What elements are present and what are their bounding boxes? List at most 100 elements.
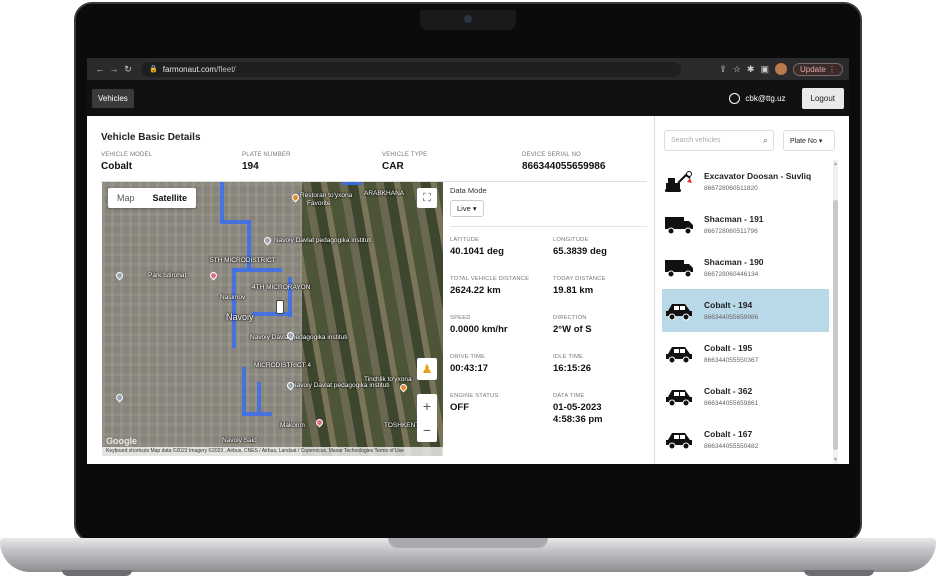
camera-icon	[464, 15, 472, 23]
stat-value: 16:15:26	[553, 363, 592, 374]
stat-today-distance: TODAY DISTANCE 19.81 km	[553, 276, 653, 296]
map-label: Nasimov	[220, 294, 246, 301]
chevron-down-icon: ▾	[472, 204, 477, 213]
browser-toolbar: ← → ↻ 🔒 farmonaut.com /fleet/ ⇪ ☆ ✱ ▣ Up…	[87, 58, 849, 80]
vehicle-serial: 866728060446134	[704, 271, 759, 278]
map-label: Navoiy Said	[222, 437, 257, 444]
profile-avatar[interactable]	[774, 63, 787, 75]
vehicle-name: Shacman - 190	[704, 257, 764, 267]
map-label: Favorite	[307, 200, 331, 207]
scrollbar[interactable]: ▲ ▼	[833, 160, 838, 464]
scroll-down-icon[interactable]: ▼	[833, 457, 838, 463]
stat-value: 19.81 km	[553, 285, 594, 296]
stat-value: OFF	[450, 402, 469, 413]
stat-longitude: LONGITUDE 65.3839 deg	[553, 237, 653, 257]
car-icon	[664, 428, 696, 452]
vehicle-list-item[interactable]: Excavator Doosan - Suvliq 866728060511820	[662, 160, 829, 203]
map-tab[interactable]: Map	[108, 188, 144, 208]
vehicles-button[interactable]: Vehicles	[92, 88, 134, 108]
stat-speed: SPEED 0.0000 km/hr	[450, 315, 550, 335]
satellite-tab[interactable]: Satellite	[144, 188, 197, 208]
share-icon[interactable]: ⇪	[719, 64, 727, 75]
map-label: TOSHKENT	[384, 422, 420, 429]
car-icon	[664, 299, 696, 323]
vehicle-list-item[interactable]: Cobalt - 194 866344055659986	[662, 289, 829, 332]
satellite-map[interactable]: Restoran to'yxona Favorite ARABKHANA Nav…	[102, 182, 443, 456]
vehicle-name: Cobalt - 362	[704, 386, 753, 396]
map-label: Park Istirohat	[148, 272, 187, 279]
data-mode-select[interactable]: Live ▾	[450, 200, 484, 217]
vehicle-text: Excavator Doosan - Suvliq 866728060511820	[704, 171, 811, 192]
update-button[interactable]: Update ⋮	[792, 62, 843, 76]
car-icon	[664, 342, 696, 366]
logout-button[interactable]: Logout	[801, 87, 844, 109]
field-label: VEHICLE MODEL	[101, 152, 153, 158]
vehicle-name: Excavator Doosan - Suvliq	[704, 171, 812, 181]
field-value: 194	[242, 161, 259, 172]
map-label: Navoiy Davlat pedagogika instituti	[292, 382, 390, 389]
vehicle-text: Cobalt - 362 866344055659861	[704, 386, 758, 407]
route-segment	[220, 182, 224, 222]
data-mode-section: Data Mode Live ▾	[450, 186, 650, 217]
map-label: Tinchlik to'yxona	[364, 376, 412, 383]
stat-label: IDLE TIME	[553, 354, 584, 360]
stat-engine-status: ENGINE STATUS OFF	[450, 393, 550, 413]
url-path: /fleet/	[216, 64, 236, 74]
search-input[interactable]: Search vehicles ⌕	[664, 130, 774, 151]
zoom-out-icon[interactable]: −	[417, 418, 437, 442]
field-value: 866344055659986	[522, 161, 606, 172]
reload-icon[interactable]: ↻	[121, 64, 135, 75]
sort-label: Plate No	[790, 138, 817, 145]
bookmark-star-icon[interactable]: ☆	[733, 64, 741, 75]
back-icon[interactable]: ←	[93, 64, 107, 74]
extensions-icon[interactable]: ✱	[747, 64, 755, 75]
map-city-area	[102, 182, 302, 456]
scroll-up-icon[interactable]: ▲	[833, 161, 838, 167]
vehicle-list-item[interactable]: Cobalt - 362 866344055659861	[662, 375, 829, 418]
field-label: VEHICLE TYPE	[382, 152, 428, 158]
stat-label: TODAY DISTANCE	[553, 276, 606, 282]
laptop-foot-right	[804, 570, 874, 576]
stat-label: SPEED	[450, 315, 471, 321]
sort-select[interactable]: Plate No ▾	[783, 130, 835, 151]
stat-value: 01-05-2023	[553, 402, 602, 413]
stat-value: 0.0000 km/hr	[450, 324, 508, 335]
field-device-serial: DEVICE SERIAL NO 866344055659986	[522, 152, 605, 172]
vehicle-list-item[interactable]: Shacman - 190 866728060446134	[662, 246, 829, 289]
vehicle-text: Shacman - 190 866728060446134	[704, 257, 764, 278]
map-label: 4TH MICRORAYON	[252, 284, 311, 291]
field-label: PLATE NUMBER	[242, 152, 291, 158]
zoom-in-icon[interactable]: +	[417, 394, 437, 418]
stat-value: 2624.22 km	[450, 285, 501, 296]
search-icon[interactable]: ⌕	[763, 135, 768, 146]
map-label: 5TH MICRODISTRICT	[210, 257, 276, 264]
stat-drive-time: DRIVE TIME 00:43:17	[450, 354, 550, 374]
vehicle-list-item[interactable]: Cobalt - 167 866344055550482	[662, 418, 829, 461]
vehicle-name: Cobalt - 167	[704, 429, 753, 439]
map-attribution[interactable]: Keyboard shortcuts Map data ©2023 Imager…	[102, 447, 443, 456]
route-segment	[232, 268, 282, 272]
user-info: cbk@ttg.uz	[729, 92, 786, 104]
address-bar[interactable]: 🔒 farmonaut.com /fleet/	[141, 61, 681, 77]
route-segment	[242, 412, 272, 416]
vehicle-text: Cobalt - 194 866344055659986	[704, 300, 758, 321]
user-icon	[729, 92, 741, 104]
route-segment	[342, 182, 362, 185]
vehicle-list-item[interactable]: Cobalt - 195 866344055550367	[662, 332, 829, 375]
stat-value-time: 4:58:36 pm	[553, 414, 603, 425]
screen: ← → ↻ 🔒 farmonaut.com /fleet/ ⇪ ☆ ✱ ▣ Up…	[87, 58, 849, 464]
scrollbar-thumb[interactable]	[833, 200, 838, 450]
browser-icons: ⇪ ☆ ✱ ▣ Update ⋮	[719, 62, 843, 76]
street-view-pegman-icon[interactable]: ♟	[417, 358, 437, 380]
stat-label: TOTAL VEHICLE DISTANCE	[450, 276, 530, 282]
route-segment	[288, 277, 292, 317]
laptop-base-lip	[388, 538, 548, 548]
car-icon	[664, 385, 696, 409]
vehicle-name: Cobalt - 194	[704, 300, 753, 310]
forward-icon[interactable]: →	[107, 64, 121, 74]
vehicle-list-item[interactable]: Shacman - 191 866728060511796	[662, 203, 829, 246]
sidebar-icon[interactable]: ▣	[760, 64, 769, 75]
vehicle-marker-icon[interactable]	[276, 300, 284, 314]
fullscreen-icon[interactable]: ⛶	[417, 188, 437, 208]
vehicle-name: Cobalt - 195	[704, 343, 753, 353]
